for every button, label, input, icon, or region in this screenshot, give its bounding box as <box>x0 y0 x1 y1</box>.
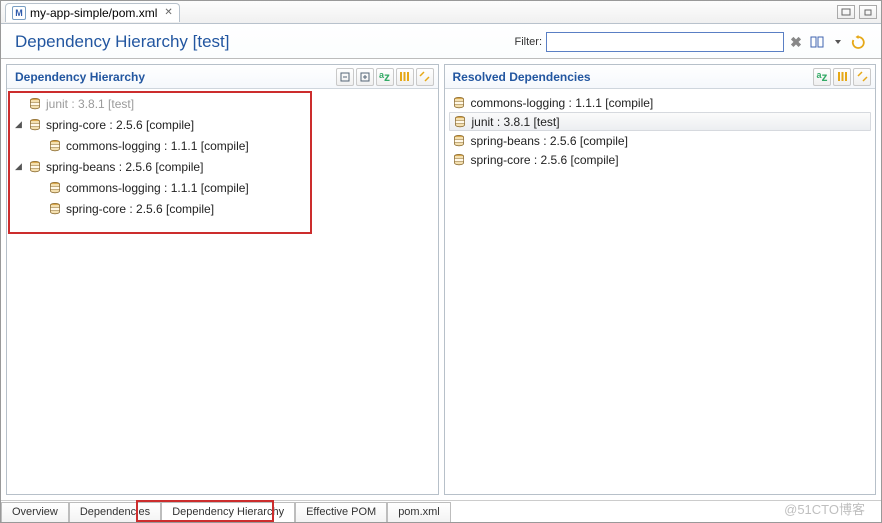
jar-icon <box>48 139 62 153</box>
expand-all-icon[interactable] <box>356 68 374 86</box>
page-title: Dependency Hierarchy [test] <box>15 32 230 52</box>
page-title-section: Dependency Hierarchy [test] Filter: ✖ <box>1 24 881 59</box>
jar-icon <box>452 153 466 167</box>
link-icon[interactable] <box>853 68 871 86</box>
filter-input[interactable] <box>546 32 784 52</box>
close-tab-icon[interactable]: ✕ <box>161 7 172 18</box>
maven-file-icon: M <box>12 6 26 20</box>
tree-node-label: commons-logging : 1.1.1 [compile] <box>66 139 249 153</box>
tree-node[interactable]: ◢commons-logging : 1.1.1 [compile] <box>31 135 434 156</box>
tree-node-label: spring-beans : 2.5.6 [compile] <box>46 160 203 174</box>
list-item-label: commons-logging : 1.1.1 [compile] <box>471 96 654 110</box>
bottom-tab[interactable]: pom.xml <box>387 502 451 522</box>
sort-icon[interactable]: az <box>813 68 831 86</box>
scope-toggle-icon[interactable] <box>808 34 825 51</box>
tree-node-label: junit : 3.8.1 [test] <box>46 97 134 111</box>
jar-icon <box>28 97 42 111</box>
clear-filter-icon[interactable]: ✖ <box>788 34 804 50</box>
dependency-tree[interactable]: ◢junit : 3.8.1 [test]◢spring-core : 2.5.… <box>11 93 434 219</box>
filter-bars-icon[interactable] <box>396 68 414 86</box>
list-item[interactable]: commons-logging : 1.1.1 [compile] <box>449 93 872 112</box>
jar-icon <box>48 181 62 195</box>
tree-node-label: spring-core : 2.5.6 [compile] <box>46 118 194 132</box>
tree-node[interactable]: ◢commons-logging : 1.1.1 [compile] <box>31 177 434 198</box>
editor-tab-label: my-app-simple/pom.xml <box>30 6 157 20</box>
refresh-icon[interactable] <box>850 34 867 51</box>
expand-toggle-icon[interactable]: ◢ <box>13 119 24 130</box>
tree-node-label: commons-logging : 1.1.1 [compile] <box>66 181 249 195</box>
content-area: Dependency Hierarchy az ◢junit : 3.8.1 [… <box>1 59 881 500</box>
filter-bars-icon[interactable] <box>833 68 851 86</box>
collapse-all-icon[interactable] <box>336 68 354 86</box>
jar-icon <box>452 96 466 110</box>
bottom-tab[interactable]: Dependency Hierarchy <box>161 502 295 522</box>
list-item[interactable]: junit : 3.8.1 [test] <box>449 112 872 131</box>
jar-icon <box>28 118 42 132</box>
filter-area: Filter: ✖ <box>515 32 868 52</box>
list-item-label: spring-beans : 2.5.6 [compile] <box>471 134 628 148</box>
jar-icon <box>28 160 42 174</box>
jar-icon <box>452 134 466 148</box>
right-panel-title: Resolved Dependencies <box>453 70 591 84</box>
tree-node[interactable]: ◢spring-core : 2.5.6 [compile] <box>31 198 434 219</box>
resolved-list[interactable]: commons-logging : 1.1.1 [compile] junit :… <box>449 93 872 169</box>
link-icon[interactable] <box>416 68 434 86</box>
list-item-label: junit : 3.8.1 [test] <box>472 115 560 129</box>
jar-icon <box>48 202 62 216</box>
list-item[interactable]: spring-core : 2.5.6 [compile] <box>449 150 872 169</box>
expand-toggle-icon[interactable]: ◢ <box>13 161 24 172</box>
maximize-button[interactable] <box>859 5 877 19</box>
sort-icon[interactable]: az <box>376 68 394 86</box>
tree-node[interactable]: ◢ spring-beans : 2.5.6 [compile] <box>11 156 434 177</box>
resolved-dependencies-panel: Resolved Dependencies az commons-logging… <box>444 64 877 495</box>
dropdown-icon[interactable] <box>829 34 846 51</box>
bottom-tab[interactable]: Overview <box>1 502 69 522</box>
editor-header-controls <box>837 5 881 19</box>
watermark: @51CTO博客 <box>784 499 865 518</box>
bottom-tab[interactable]: Dependencies <box>69 502 161 522</box>
tree-node[interactable]: ◢junit : 3.8.1 [test] <box>11 93 434 114</box>
editor-tab[interactable]: M my-app-simple/pom.xml ✕ <box>5 3 180 22</box>
tree-node[interactable]: ◢ spring-core : 2.5.6 [compile] <box>11 114 434 135</box>
editor-bottom-tabs: OverviewDependenciesDependency Hierarchy… <box>1 500 881 522</box>
filter-label: Filter: <box>515 36 543 48</box>
dependency-hierarchy-panel: Dependency Hierarchy az ◢junit : 3.8.1 [… <box>6 64 439 495</box>
editor-tab-bar: M my-app-simple/pom.xml ✕ <box>1 1 881 24</box>
minimize-button[interactable] <box>837 5 855 19</box>
jar-icon <box>453 115 467 129</box>
list-item[interactable]: spring-beans : 2.5.6 [compile] <box>449 131 872 150</box>
tree-node-label: spring-core : 2.5.6 [compile] <box>66 202 214 216</box>
bottom-tab[interactable]: Effective POM <box>295 502 387 522</box>
list-item-label: spring-core : 2.5.6 [compile] <box>471 153 619 167</box>
left-panel-title: Dependency Hierarchy <box>15 70 145 84</box>
